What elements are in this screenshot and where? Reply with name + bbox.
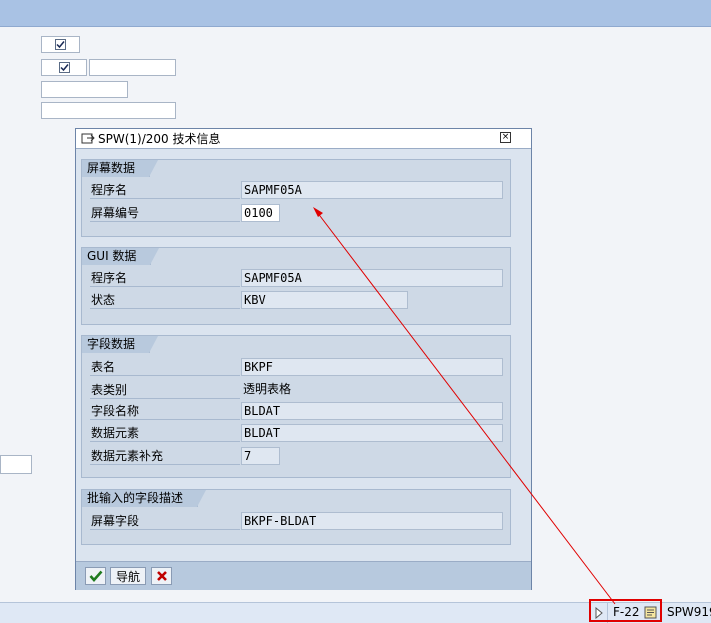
annotation-arrow — [313, 207, 616, 605]
